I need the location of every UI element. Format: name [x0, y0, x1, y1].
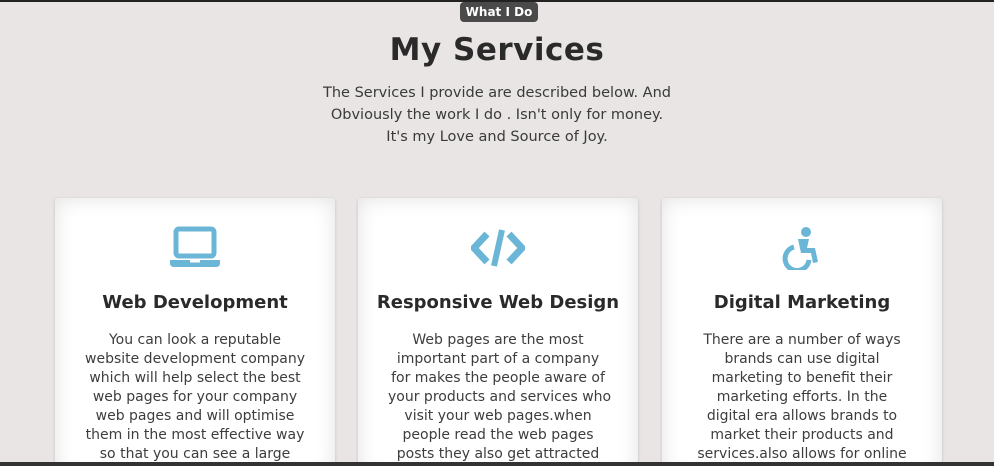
code-icon	[358, 224, 638, 272]
services-section: What I Do My Services The Services I pro…	[0, 0, 994, 466]
card-line: your products and services who	[388, 389, 612, 405]
card-line: You can look a reputable	[108, 332, 282, 348]
service-card-digital-marketing: Digital Marketing There are a number of …	[662, 198, 942, 466]
card-line: brands can use digital	[724, 351, 880, 367]
description-line: The Services I provide are described bel…	[323, 85, 671, 101]
card-line: Web pages are the most	[412, 332, 584, 348]
card-line: market their products and	[710, 427, 894, 443]
card-description: Web pages are the most important part of…	[388, 331, 612, 464]
card-line: web pages and will optimise	[95, 408, 295, 424]
card-line: which will help select the best	[89, 370, 301, 386]
description-line: Obviously the work I do . Isn't only for…	[330, 107, 664, 123]
card-description: You can look a reputable website develop…	[85, 331, 305, 464]
laptop-icon	[55, 224, 335, 272]
card-title: Responsive Web Design	[376, 292, 620, 313]
card-line: them in the most effective way	[85, 427, 305, 443]
accessibility-icon	[662, 224, 942, 272]
service-card-responsive-design: Responsive Web Design Web pages are the …	[358, 198, 638, 466]
bottom-divider	[0, 462, 994, 466]
page-title: My Services	[389, 32, 605, 68]
service-card-web-development: Web Development You can look a reputable…	[55, 198, 335, 466]
card-line: important part of a company	[396, 351, 600, 367]
card-line: digital era allows brands to	[706, 408, 898, 424]
card-line: for makes the people aware of	[391, 370, 605, 386]
card-line: There are a number of ways	[703, 332, 901, 348]
card-line: website development company	[85, 351, 306, 367]
description-line: It's my Love and Source of Joy.	[386, 129, 608, 145]
card-line: web pages for your company	[92, 389, 298, 405]
card-line: visit your web pages.when	[404, 408, 592, 424]
section-badge: What I Do	[460, 2, 538, 22]
section-description: The Services I provide are described bel…	[307, 82, 687, 148]
card-description: There are a number of ways brands can us…	[692, 331, 912, 464]
card-line: marketing to benefit their	[711, 370, 893, 386]
card-title: Digital Marketing	[713, 292, 891, 313]
card-line: people read the web pages	[402, 427, 594, 443]
card-title: Web Development	[102, 292, 288, 313]
card-line: marketing efforts. In the	[716, 389, 888, 405]
